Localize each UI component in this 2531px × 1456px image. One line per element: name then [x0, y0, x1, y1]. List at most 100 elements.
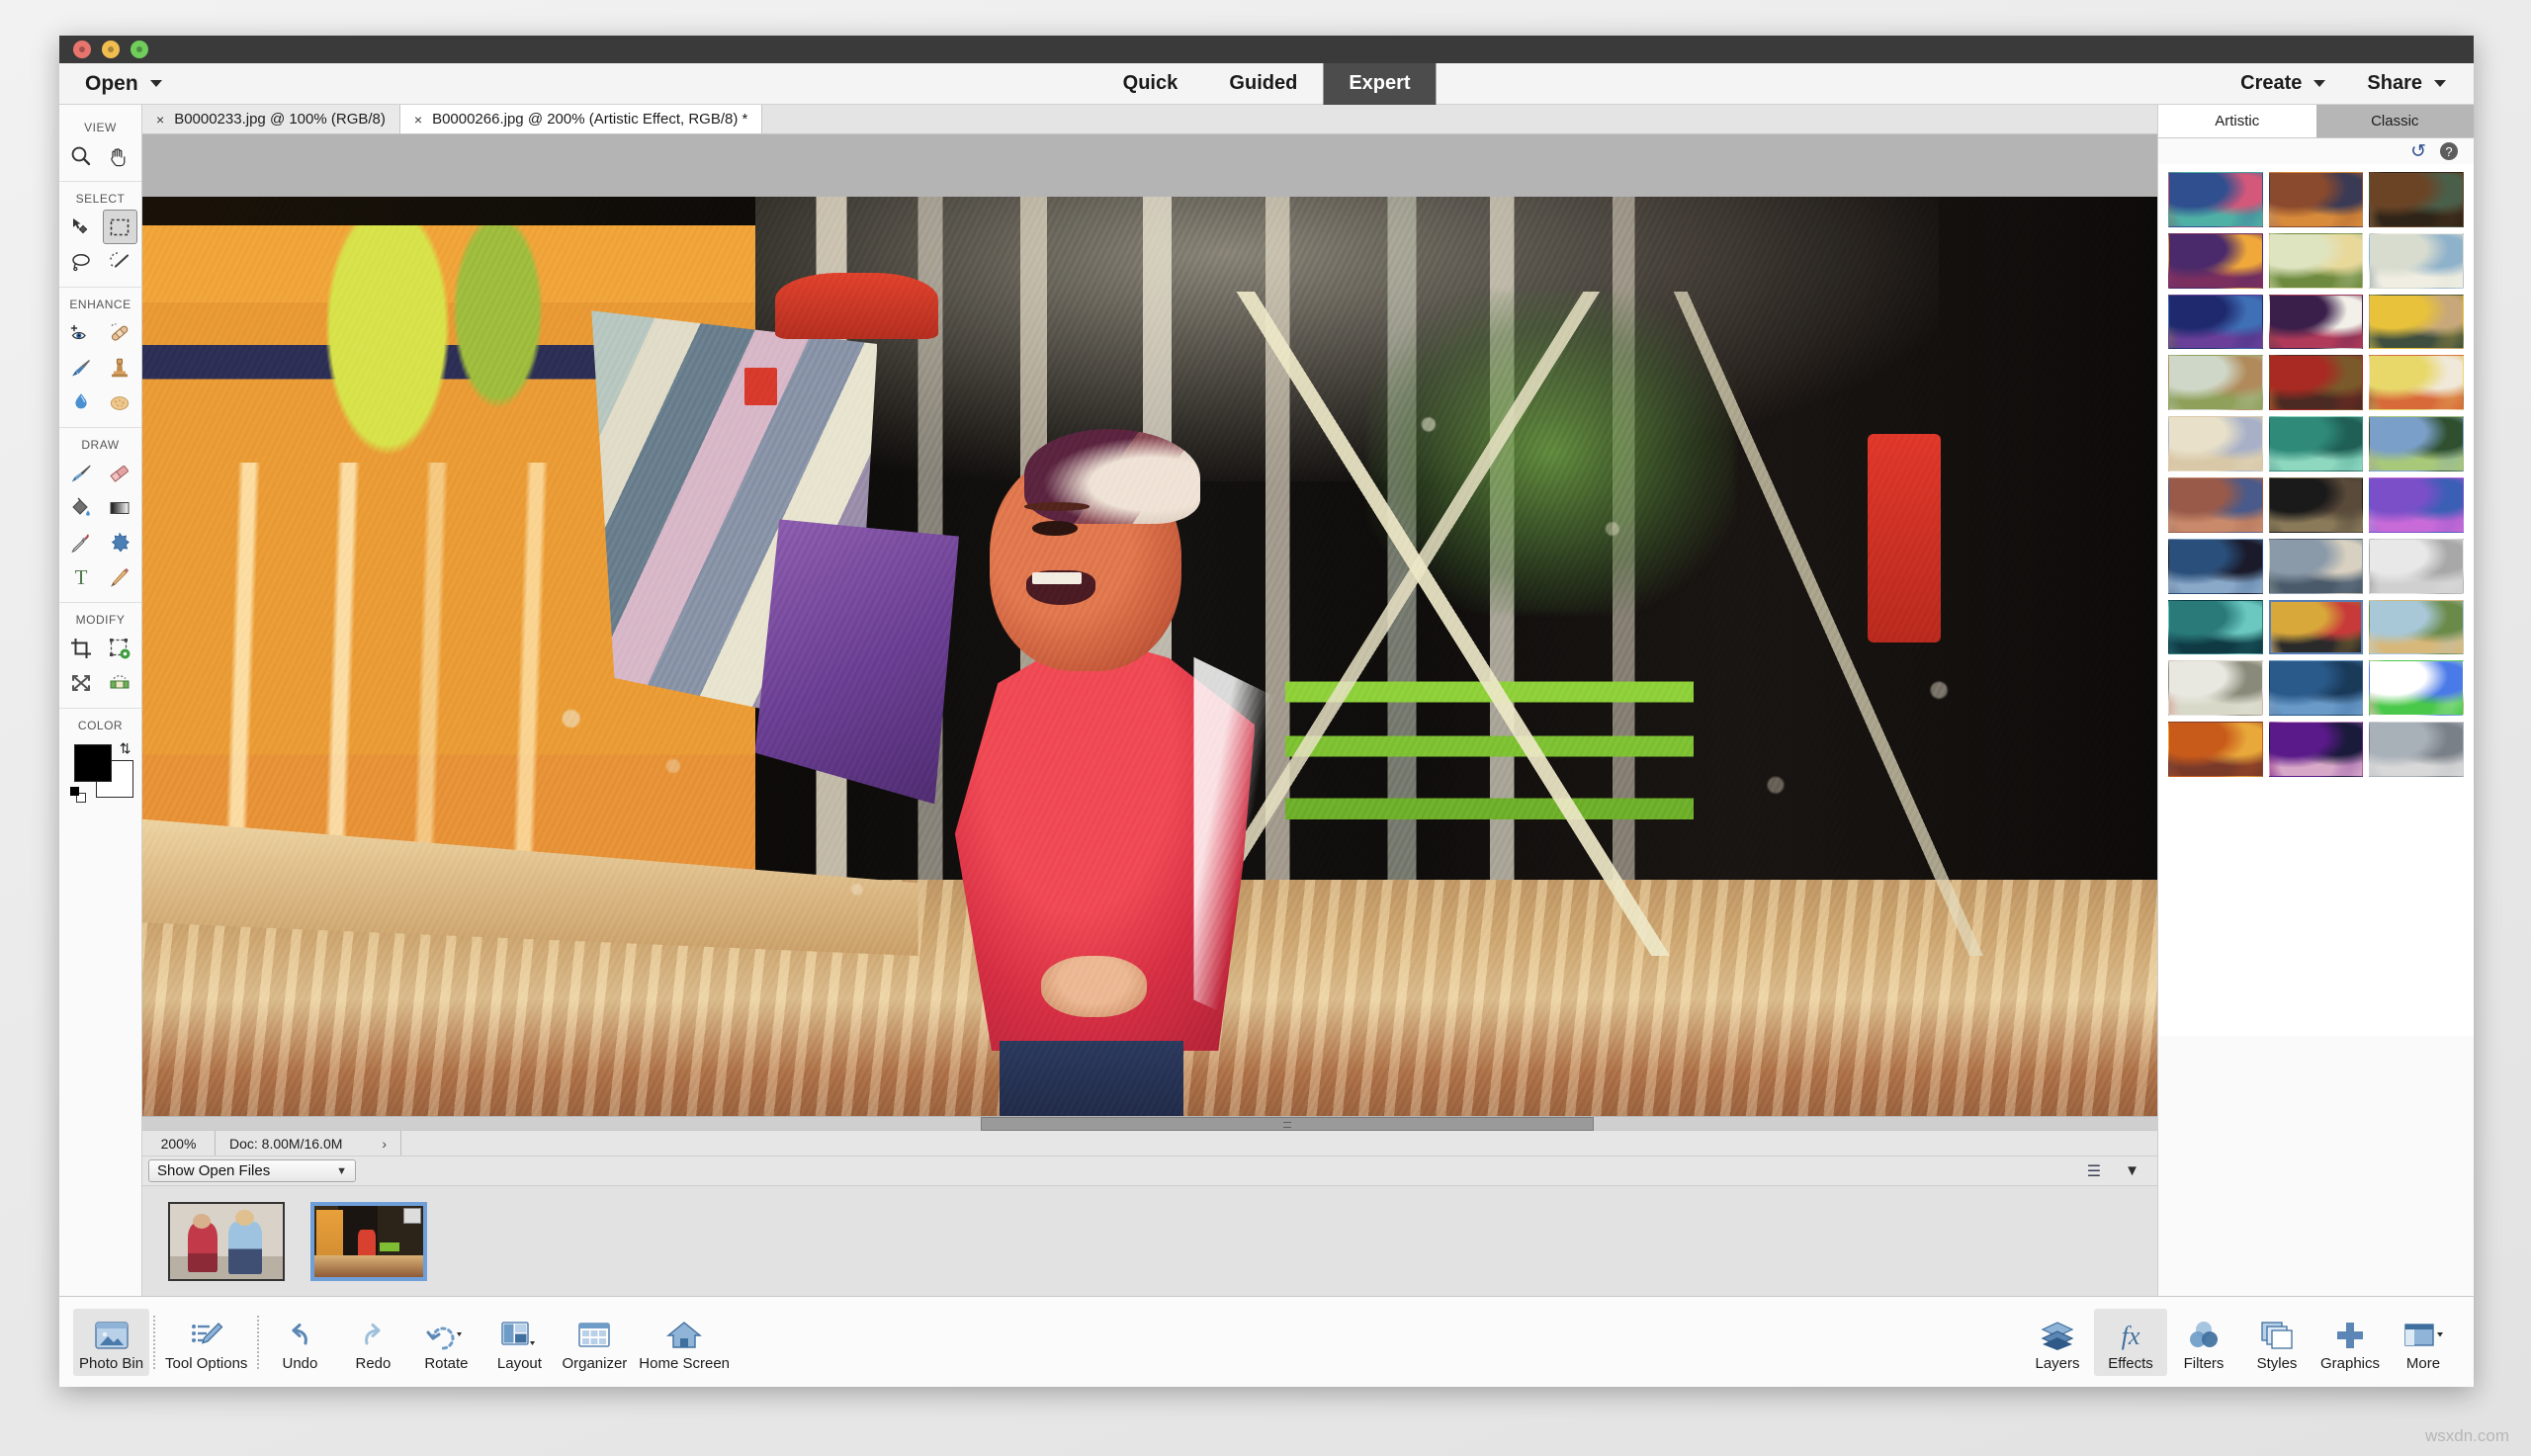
- effect-thumbnail-purple-fluid[interactable]: [2369, 477, 2464, 533]
- tab-classic[interactable]: Classic: [2315, 105, 2474, 137]
- effect-thumbnail-colorful-dog[interactable]: [2269, 295, 2364, 350]
- default-colors-icon[interactable]: [69, 787, 86, 803]
- scrollbar-thumb[interactable]: [981, 1116, 1594, 1131]
- effect-thumbnail-birch-forest[interactable]: [2369, 539, 2464, 594]
- share-button[interactable]: Share: [2367, 72, 2446, 95]
- taskbar-undo[interactable]: Undo: [263, 1309, 336, 1376]
- clone-stamp-tool[interactable]: [103, 350, 137, 385]
- type-tool[interactable]: T: [64, 559, 99, 594]
- taskbar-filters[interactable]: Filters: [2167, 1309, 2240, 1376]
- pencil-tool[interactable]: [103, 559, 137, 594]
- taskbar-more[interactable]: More: [2387, 1309, 2460, 1376]
- taskbar-layers[interactable]: Layers: [2021, 1309, 2094, 1376]
- spot-healing-brush-tool[interactable]: [103, 315, 137, 350]
- close-icon[interactable]: ×: [156, 112, 164, 128]
- tab-artistic[interactable]: Artistic: [2158, 105, 2316, 137]
- taskbar-graphics[interactable]: Graphics: [2313, 1309, 2387, 1376]
- effect-thumbnail-red-poppy[interactable]: [2168, 660, 2263, 716]
- canvas-viewport[interactable]: [142, 134, 2157, 1116]
- taskbar-styles[interactable]: Styles: [2240, 1309, 2313, 1376]
- effect-thumbnail-modern-abstract[interactable]: [2369, 355, 2464, 410]
- effect-thumbnail-ballet-dancers[interactable]: [2269, 539, 2364, 594]
- smart-brush-tool[interactable]: [64, 350, 99, 385]
- effect-thumbnail-pop-art-wolf[interactable]: [2269, 660, 2364, 716]
- document-tab-1[interactable]: × B0000233.jpg @ 100% (RGB/8): [142, 105, 400, 133]
- effect-thumbnail-the-scream[interactable]: [2168, 722, 2263, 777]
- document-tab-2[interactable]: × B0000266.jpg @ 200% (Artistic Effect, …: [399, 105, 763, 133]
- taskbar-organizer[interactable]: Organizer: [556, 1309, 633, 1376]
- effect-thumbnail-cherry-blossom[interactable]: [2369, 722, 2464, 777]
- taskbar-redo[interactable]: Redo: [336, 1309, 409, 1376]
- zoom-tool[interactable]: [64, 138, 99, 173]
- effect-thumbnail-abstract-collage[interactable]: [2269, 172, 2364, 227]
- color-swatch-widget[interactable]: ⇅: [69, 740, 133, 803]
- blur-tool[interactable]: [64, 385, 99, 419]
- effect-thumbnail-rainbow-watercolor[interactable]: [2369, 660, 2464, 716]
- photo-bin-item-2[interactable]: [310, 1201, 427, 1281]
- crop-tool[interactable]: [64, 631, 99, 665]
- effect-thumbnail-van-gogh-portrait[interactable]: [2369, 295, 2464, 350]
- photo-bin-item-1[interactable]: [168, 1201, 285, 1281]
- help-icon[interactable]: ?: [2440, 142, 2458, 160]
- artistic-effects-grid[interactable]: [2158, 164, 2474, 1037]
- effect-thumbnail-night-cafe[interactable]: [2269, 355, 2364, 410]
- effect-thumbnail-expressive-portrait[interactable]: [2168, 233, 2263, 289]
- gradient-tool[interactable]: [103, 490, 137, 525]
- paint-bucket-tool[interactable]: [64, 490, 99, 525]
- taskbar-home-screen[interactable]: Home Screen: [633, 1309, 736, 1376]
- edited-photo-canvas[interactable]: [142, 197, 2157, 1116]
- swap-arrows-icon[interactable]: ⇅: [120, 740, 131, 757]
- close-window-button[interactable]: [73, 41, 91, 58]
- taskbar-tool-options[interactable]: Tool Options: [159, 1309, 253, 1376]
- taskbar-photo-bin[interactable]: Photo Bin: [73, 1308, 150, 1376]
- recompose-tool[interactable]: [64, 665, 99, 700]
- custom-shape-tool[interactable]: [103, 525, 137, 559]
- zoom-level-field[interactable]: 200%: [142, 1131, 216, 1156]
- tab-quick[interactable]: Quick: [1096, 63, 1203, 105]
- sponge-tool[interactable]: [103, 385, 137, 419]
- straighten-tool[interactable]: [103, 665, 137, 700]
- content-aware-move-tool[interactable]: [103, 631, 137, 665]
- effect-thumbnail-village-landscape[interactable]: [2269, 233, 2364, 289]
- foreground-color-swatch[interactable]: [73, 744, 112, 782]
- effect-thumbnail-mona-lisa[interactable]: [2369, 172, 2464, 227]
- chevron-down-icon[interactable]: ▼: [2125, 1162, 2139, 1179]
- taskbar-layout[interactable]: Layout: [482, 1309, 556, 1376]
- rectangular-marquee-tool[interactable]: [102, 210, 137, 244]
- reset-effect-icon[interactable]: ↺: [2410, 140, 2426, 163]
- tab-expert[interactable]: Expert: [1323, 62, 1437, 105]
- brush-tool[interactable]: [64, 456, 99, 490]
- tab-guided[interactable]: Guided: [1203, 63, 1323, 105]
- taskbar-rotate[interactable]: Rotate: [409, 1309, 482, 1376]
- color-picker-tool[interactable]: [64, 525, 99, 559]
- open-button[interactable]: Open: [85, 72, 162, 96]
- canvas-horizontal-scrollbar[interactable]: [142, 1116, 2157, 1131]
- effect-thumbnail-cypress-field[interactable]: [2369, 416, 2464, 471]
- effect-thumbnail-desert-sketch[interactable]: [2168, 416, 2263, 471]
- effect-thumbnail-graffiti-cat[interactable]: [2268, 599, 2364, 655]
- effect-thumbnail-boating-party[interactable]: [2168, 477, 2263, 533]
- close-icon[interactable]: ×: [414, 112, 422, 128]
- zoom-window-button[interactable]: [131, 41, 148, 58]
- lasso-tool[interactable]: [64, 244, 99, 279]
- effect-thumbnail-pastel-farmhouse[interactable]: [2369, 600, 2464, 655]
- effect-thumbnail-green-swirl[interactable]: [2269, 416, 2364, 471]
- create-button[interactable]: Create: [2240, 72, 2326, 95]
- sort-list-icon[interactable]: ☰: [2087, 1161, 2101, 1181]
- move-tool[interactable]: [64, 210, 99, 244]
- effect-thumbnail-great-wave[interactable]: [2369, 233, 2464, 289]
- effect-thumbnail-teal-mosaic[interactable]: [2168, 600, 2263, 655]
- effect-thumbnail-olive-grove[interactable]: [2168, 355, 2263, 410]
- effect-thumbnail-cubist-portrait[interactable]: [2168, 172, 2263, 227]
- expand-status-icon[interactable]: ›: [382, 1136, 387, 1152]
- red-eye-removal-tool[interactable]: [64, 315, 99, 350]
- effect-thumbnail-neon-eye[interactable]: [2269, 722, 2364, 777]
- quick-selection-tool[interactable]: [103, 244, 137, 279]
- effect-thumbnail-geometric-bird[interactable]: [2168, 539, 2263, 594]
- hand-tool[interactable]: [103, 138, 137, 173]
- eraser-tool[interactable]: [103, 456, 137, 490]
- effect-thumbnail-concert-stage[interactable]: [2269, 477, 2364, 533]
- minimize-window-button[interactable]: [102, 41, 120, 58]
- photo-bin-filter-select[interactable]: Show Open Files ▼: [148, 1159, 356, 1182]
- taskbar-effects[interactable]: fx Effects: [2094, 1308, 2167, 1376]
